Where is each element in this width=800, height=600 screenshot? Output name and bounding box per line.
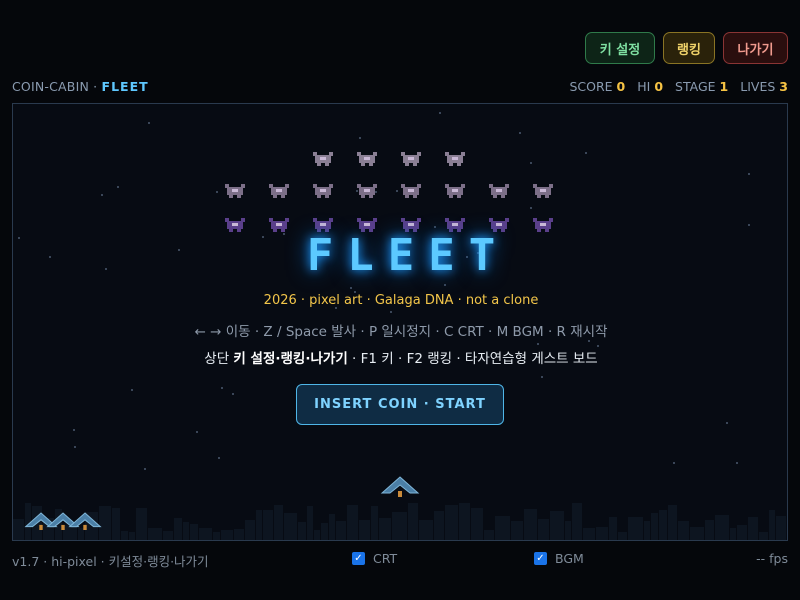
hud-bar: COIN-CABIN · FLEET SCORE 0 HI 0 STAGE 1 LIV…	[12, 79, 788, 95]
hi-label: HI	[637, 79, 651, 94]
title-overlay: FLEET 2026 · pixel art · Galaga DNA · no…	[13, 104, 787, 540]
lives-stat: LIVES 3	[740, 79, 788, 94]
crt-toggle[interactable]: ✓ CRT	[352, 551, 397, 566]
bgm-checkbox[interactable]: ✓	[534, 552, 547, 565]
score-value: 0	[616, 79, 626, 94]
brand-name: FLEET	[101, 79, 149, 94]
controls-help: ← → 이동 · Z / Space 발사 · P 일시정지 · C CRT ·…	[194, 324, 608, 340]
score-stat: SCORE 0	[569, 79, 625, 94]
hi-value: 0	[654, 79, 664, 94]
bgm-label: BGM	[555, 551, 584, 566]
score-label: SCORE	[569, 79, 613, 94]
fps-counter: -- fps	[756, 551, 788, 566]
skyline-block	[787, 529, 788, 541]
footer-bar: v1.7 · hi-pixel · 키설정·랭킹·나가기 ✓ CRT ✓ BGM…	[12, 551, 788, 569]
crt-checkbox[interactable]: ✓	[352, 552, 365, 565]
score-panel: SCORE 0 HI 0 STAGE 1 LIVES 3	[569, 79, 788, 94]
stage-stat: STAGE 1	[675, 79, 728, 94]
exit-button[interactable]: 나가기	[723, 32, 788, 64]
version-info: v1.7 · hi-pixel · 키설정·랭킹·나가기	[12, 554, 209, 569]
menu-hint-suffix: · F1 키 · F2 랭킹 · 타자연습형 게스트 보드	[347, 351, 598, 367]
game-canvas[interactable]: FLEET 2026 · pixel art · Galaga DNA · no…	[12, 103, 788, 541]
start-button[interactable]: INSERT COIN · START	[296, 384, 504, 425]
ranking-button[interactable]: 랭킹	[663, 32, 715, 64]
bgm-toggle[interactable]: ✓ BGM	[534, 551, 584, 566]
lives-value: 3	[779, 79, 788, 94]
top-button-group: 키 설정 랭킹 나가기	[585, 32, 788, 64]
menu-hint-prefix: 상단	[204, 351, 234, 367]
brand-prefix: COIN-CABIN ·	[12, 79, 98, 94]
lives-label: LIVES	[740, 79, 776, 94]
stage-label: STAGE	[675, 79, 716, 94]
stage-value: 1	[719, 79, 729, 94]
tagline: 2026 · pixel art · Galaga DNA · not a cl…	[263, 293, 539, 308]
menu-hint: 상단 키 설정·랭킹·나가기 · F1 키 · F2 랭킹 · 타자연습형 게스…	[13, 347, 787, 367]
game-title: FLEET	[306, 230, 510, 281]
menu-hint-bold: 키 설정·랭킹·나가기	[233, 351, 348, 367]
crt-label: CRT	[373, 551, 398, 566]
brand: COIN-CABIN · FLEET	[12, 79, 149, 94]
key-settings-button[interactable]: 키 설정	[585, 32, 655, 64]
hi-stat: HI 0	[637, 79, 663, 94]
